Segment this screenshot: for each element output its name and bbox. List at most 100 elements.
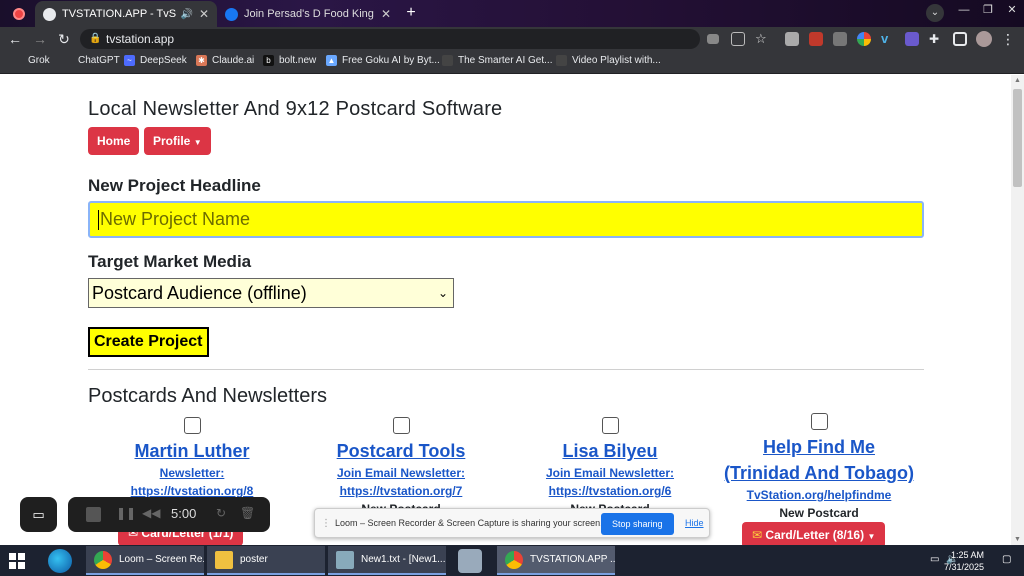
project-sub-link[interactable]: Join Email Newsletter: [296, 464, 506, 482]
task-label: poster [240, 554, 268, 565]
taskbar-loom[interactable]: Loom – Screen Re... [86, 546, 204, 575]
task-label: New1.txt - [New1... [361, 554, 446, 565]
tvstation-favicon-icon [43, 7, 56, 21]
select-checkbox[interactable] [601, 417, 619, 434]
project-sub-link[interactable]: TvStation.org/helpfindme [714, 486, 924, 504]
project-url-link[interactable]: https://tvstation.org/7 [296, 482, 506, 500]
close-tab-icon[interactable]: ✕ [199, 7, 209, 21]
minimize-icon[interactable]: — [952, 0, 976, 20]
scroll-up-icon[interactable]: ▲ [1014, 77, 1021, 84]
address-bar[interactable]: 🔒 tvstation.app [80, 29, 700, 49]
reload-icon[interactable]: ↻ [55, 30, 73, 48]
extension-purple-icon[interactable] [905, 32, 919, 46]
bookmark-grok[interactable]: Grok [28, 55, 50, 66]
bookmark-label: Free Goku AI by Byt... [342, 55, 440, 66]
project-name-link[interactable]: Postcard Tools [296, 438, 506, 464]
menu-kebab-icon[interactable]: ⋮ [999, 30, 1017, 48]
project-kind: New Postcard [779, 506, 859, 520]
camera-icon[interactable] [707, 34, 719, 44]
drag-handle-icon[interactable]: ⋮ [321, 518, 331, 529]
bookmark-bolt[interactable]: b bolt.new [263, 55, 316, 66]
project-name-link[interactable]: Help Find Me [714, 434, 924, 460]
goku-icon: ▲ [326, 55, 337, 66]
close-tab-icon[interactable]: ✕ [381, 7, 391, 21]
profile-avatar[interactable] [976, 31, 992, 47]
side-panel-icon[interactable] [953, 32, 967, 46]
tab-tvstation[interactable]: TVSTATION.APP - TvStation.ai 🔊 ✕ [35, 1, 217, 27]
windows-start-icon[interactable] [9, 553, 25, 569]
select-checkbox[interactable] [810, 413, 828, 430]
screenshot-extension-icon[interactable] [785, 32, 799, 46]
taskbar-poster[interactable]: poster [207, 546, 325, 575]
tab-title: Join Persad's D Food King team a [244, 8, 375, 20]
extensions-puzzle-icon[interactable]: ✚ [929, 32, 943, 46]
system-clock[interactable]: 1:25 AM 7/31/2025 [944, 549, 984, 573]
chrome-icon [94, 550, 112, 569]
project-sub-link[interactable]: Join Email Newsletter: [505, 464, 715, 482]
profile-dropdown-button[interactable]: Profile ▼ [144, 127, 211, 155]
tab-search-icon[interactable]: ⌄ [926, 4, 944, 22]
stop-sharing-button[interactable]: Stop sharing [601, 513, 674, 535]
bookmark-smarter-ai[interactable]: The Smarter AI Get... [442, 55, 552, 66]
page-scrollbar[interactable]: ▲ ▼ [1011, 75, 1024, 545]
project-name-link[interactable]: Lisa Bilyeu [505, 438, 715, 464]
share-icon[interactable] [731, 32, 745, 46]
select-checkbox[interactable] [392, 417, 410, 434]
restore-icon[interactable]: ❐ [976, 0, 1000, 20]
project-name-link-line2[interactable]: (Trinidad And Tobago) [714, 460, 924, 486]
scroll-down-icon[interactable]: ▼ [1014, 536, 1021, 543]
extension-red-icon[interactable] [809, 32, 823, 46]
bookmark-label: Claude.ai [212, 55, 255, 66]
back-icon[interactable]: ← [6, 30, 24, 48]
close-window-icon[interactable]: ✕ [1000, 0, 1024, 20]
home-button[interactable]: Home [88, 127, 140, 155]
taskbar-tvstation[interactable]: TVSTATION.APP ... [497, 546, 615, 575]
input-placeholder: New Project Name [100, 209, 251, 229]
hide-link[interactable]: Hide [685, 518, 704, 528]
download-extension-icon[interactable] [833, 32, 847, 46]
speaker-icon: 🔊 [180, 8, 193, 20]
project-name-link[interactable]: Martin Luther [87, 438, 297, 464]
stop-recording-icon[interactable] [86, 507, 101, 522]
bookmark-video-playlist[interactable]: Video Playlist with... [556, 55, 661, 66]
target-media-select[interactable]: Postcard Audience (offline) ⌄ [88, 278, 454, 308]
bookmark-deepseek[interactable]: ~ DeepSeek [124, 55, 187, 66]
bookmark-label: The Smarter AI Get... [458, 55, 553, 66]
facebook-favicon-icon [225, 7, 238, 21]
headline-label: New Project Headline [88, 176, 261, 195]
bookmark-label: ChatGPT [78, 55, 120, 66]
caret-down-icon: ▼ [193, 138, 202, 147]
project-url-link[interactable]: https://tvstation.org/6 [505, 482, 715, 500]
camera-icon: ▭ [32, 507, 45, 522]
extension-dots-icon[interactable] [857, 32, 871, 46]
create-project-button[interactable]: Create Project [88, 327, 209, 357]
rewind-icon[interactable]: ◀◀ [142, 506, 160, 520]
bookmark-chatgpt[interactable]: ChatGPT [78, 55, 120, 66]
pause-icon[interactable]: ❚❚ [116, 506, 136, 520]
tab-food-king[interactable]: Join Persad's D Food King team a ✕ [217, 1, 399, 27]
loom-camera-toggle[interactable]: ▭ [20, 497, 57, 532]
edge-icon[interactable] [48, 549, 72, 573]
new-tab-button[interactable]: + [402, 4, 420, 22]
select-checkbox[interactable] [183, 417, 201, 434]
url-text: tvstation.app [106, 32, 175, 46]
tray-network-icon[interactable]: ▭ [930, 554, 939, 565]
bookmark-goku[interactable]: ▲ Free Goku AI by Byt... [326, 55, 440, 66]
trash-icon[interactable]: 🗑 [240, 506, 255, 520]
taskbar-notepad[interactable]: New1.txt - [New1... [328, 546, 446, 575]
forward-icon[interactable]: → [31, 30, 49, 48]
restart-icon[interactable]: ↻ [216, 506, 226, 520]
scrollbar-thumb[interactable] [1013, 89, 1022, 187]
extension-v-icon[interactable]: v [881, 32, 895, 46]
project-sub-link[interactable]: Newsletter: [87, 464, 297, 482]
bookmark-claude[interactable]: ✱ Claude.ai [196, 55, 254, 66]
chevron-down-icon: ⌄ [437, 286, 448, 300]
bookmark-page-icon [556, 55, 567, 66]
project-name-input[interactable]: New Project Name [88, 201, 924, 238]
project-card: Martin Luther Newsletter: https://tvstat… [87, 417, 297, 500]
bookmark-label: Grok [28, 55, 50, 66]
card-letter-button[interactable]: ✉ Card/Letter (8/16) ▼ [742, 522, 886, 545]
calculator-icon[interactable] [458, 549, 482, 573]
notification-icon[interactable]: ▢ [1002, 554, 1011, 565]
bookmark-star-icon[interactable]: ☆ [755, 32, 769, 46]
